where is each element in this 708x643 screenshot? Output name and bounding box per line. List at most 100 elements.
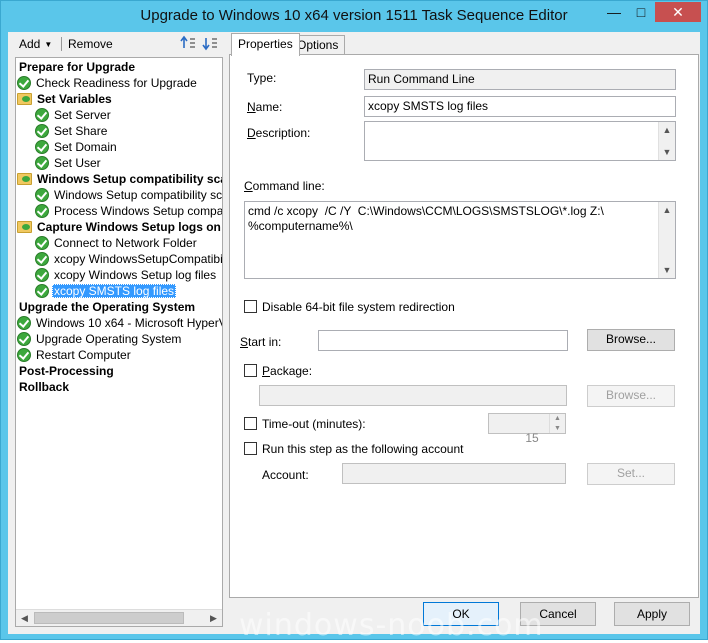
tree-item-label: Set Server — [54, 108, 111, 122]
step-check-icon — [35, 140, 49, 154]
step-check-icon — [17, 316, 31, 330]
run-as-account-label: Run this step as the following account — [262, 442, 464, 456]
name-input[interactable]: xcopy SMSTS log files — [364, 96, 676, 117]
tree-group-header[interactable]: Post-Processing — [17, 363, 116, 379]
tree-step-item[interactable]: Windows Setup compatibility scan — [35, 187, 223, 203]
timeout-label: Time-out (minutes): — [262, 417, 366, 431]
type-label: Type: — [247, 71, 277, 85]
minimize-button[interactable]: — — [601, 2, 627, 22]
description-scrollbar[interactable]: ▲ ▼ — [658, 122, 675, 160]
tree-item-label: Post-Processing — [19, 364, 114, 378]
package-input — [259, 385, 567, 406]
timeout-spinbox: 15 ▲ ▼ — [488, 413, 566, 445]
tree-item-label: xcopy Windows Setup log files — [54, 268, 217, 282]
scroll-thumb[interactable] — [34, 612, 184, 624]
tree-step-item[interactable]: xcopy WindowsSetupCompatibilityS — [35, 251, 223, 267]
scroll-left-icon[interactable]: ◀ — [16, 610, 33, 626]
scroll-right-icon[interactable]: ▶ — [205, 610, 222, 626]
tree-step-item[interactable]: Upgrade Operating System — [17, 331, 183, 347]
tree-step-item[interactable]: Process Windows Setup compatibil — [35, 203, 222, 219]
description-input[interactable] — [364, 121, 676, 161]
tab-properties[interactable]: Properties — [231, 33, 300, 56]
command-line-scrollbar[interactable]: ▲ ▼ — [658, 202, 675, 278]
tree-horizontal-scrollbar[interactable]: ◀ ▶ — [16, 609, 222, 626]
spin-down-icon: ▼ — [554, 425, 561, 432]
tree-step-item[interactable]: Set Server — [35, 107, 113, 123]
account-label: Account: — [262, 468, 309, 482]
account-set-button: Set... — [587, 463, 675, 485]
group-folder-icon — [17, 221, 32, 233]
command-line-input[interactable]: cmd /c xcopy /C /Y C:\Windows\CCM\LOGS\S… — [244, 201, 676, 279]
step-check-icon — [17, 348, 31, 362]
tree-item-label: Windows Setup compatibility scan — [54, 188, 223, 202]
dropdown-arrow-icon: ▼ — [44, 40, 53, 49]
start-in-input[interactable] — [318, 330, 568, 351]
step-check-icon — [35, 108, 49, 122]
tree-item-label: Prepare for Upgrade — [19, 60, 136, 74]
tree-group-item[interactable]: Capture Windows Setup logs on — [17, 219, 222, 235]
tree-item-label: Upgrade Operating System — [36, 332, 182, 346]
account-input — [342, 463, 566, 484]
tree-step-item[interactable]: xcopy SMSTS log files — [35, 283, 177, 299]
step-check-icon — [35, 156, 49, 170]
editor-client-area: Add ▼ Remove Prepare for Upgrade Check Rea… — [8, 32, 700, 634]
tree-item-label: Windows Setup compatibility sca — [37, 172, 223, 186]
command-line-label: Command line: — [244, 179, 325, 193]
timeout-value: 15 — [525, 431, 539, 445]
remove-button[interactable]: Remove — [68, 37, 113, 51]
step-check-icon — [17, 76, 31, 90]
run-as-account-checkbox[interactable] — [244, 442, 257, 455]
tree-step-item[interactable]: xcopy Windows Setup log files — [35, 267, 218, 283]
scroll-up-icon[interactable]: ▲ — [659, 122, 675, 138]
group-folder-icon — [17, 173, 32, 185]
scroll-up-icon[interactable]: ▲ — [659, 202, 675, 218]
timeout-checkbox[interactable] — [244, 417, 257, 430]
tree-item-label: Set Share — [54, 124, 108, 138]
tree-step-item[interactable]: Set Share — [35, 123, 109, 139]
watermark-text: windows-noob.com — [239, 608, 544, 643]
tree-step-item[interactable]: Windows 10 x64 - Microsoft HyperV — [17, 315, 222, 331]
title-bar: Upgrade to Windows 10 x64 version 1511 T… — [1, 1, 707, 33]
step-check-icon — [35, 236, 49, 250]
tree-group-header[interactable]: Upgrade the Operating System — [17, 299, 197, 315]
scroll-down-icon[interactable]: ▼ — [659, 262, 675, 278]
tree-step-item[interactable]: Set User — [35, 155, 103, 171]
step-check-icon — [17, 332, 31, 346]
move-up-icon[interactable] — [180, 35, 196, 51]
tree-step-item[interactable]: Set Domain — [35, 139, 119, 155]
group-folder-icon — [17, 93, 32, 105]
tree-item-label: Set Domain — [54, 140, 117, 154]
tree-item-label: Check Readiness for Upgrade — [36, 76, 197, 90]
scroll-down-icon[interactable]: ▼ — [659, 144, 675, 160]
step-check-icon — [35, 188, 49, 202]
properties-tab-panel: Type: Run Command Line Name: xcopy SMSTS… — [229, 54, 699, 598]
spin-up-icon: ▲ — [554, 415, 561, 422]
disable-64bit-redirection-checkbox[interactable] — [244, 300, 257, 313]
separator — [244, 167, 678, 168]
maximize-button[interactable]: □ — [628, 2, 654, 22]
tree-item-label: Set User — [54, 156, 101, 170]
task-sequence-tree[interactable]: Prepare for Upgrade Check Readiness for U… — [15, 57, 223, 627]
tree-item-label: xcopy WindowsSetupCompatibilityS — [54, 252, 223, 266]
description-label: Description: — [247, 126, 311, 140]
type-field: Run Command Line — [364, 69, 676, 90]
tree-step-item[interactable]: Restart Computer — [17, 347, 133, 363]
tree-step-item[interactable]: Connect to Network Folder — [35, 235, 199, 251]
tree-step-item[interactable]: Check Readiness for Upgrade — [17, 75, 199, 91]
add-menu-button[interactable]: Add ▼ — [19, 37, 52, 51]
tree-group-header[interactable]: Prepare for Upgrade — [17, 59, 137, 75]
step-check-icon — [35, 268, 49, 282]
package-label: Package: — [262, 364, 313, 378]
package-browse-button: Browse... — [587, 385, 675, 407]
close-button[interactable]: ✕ — [655, 2, 701, 22]
tree-group-item[interactable]: Windows Setup compatibility sca — [17, 171, 223, 187]
move-down-icon[interactable] — [202, 35, 218, 51]
tree-group-header[interactable]: Rollback — [17, 379, 71, 395]
apply-button[interactable]: Apply — [614, 602, 690, 626]
start-in-browse-button[interactable]: Browse... — [587, 329, 675, 351]
step-check-icon — [35, 124, 49, 138]
package-checkbox[interactable] — [244, 364, 257, 377]
tree-group-item[interactable]: Set Variables — [17, 91, 114, 107]
add-label: Add — [19, 37, 41, 51]
tree-toolbar: Add ▼ Remove — [8, 32, 224, 56]
